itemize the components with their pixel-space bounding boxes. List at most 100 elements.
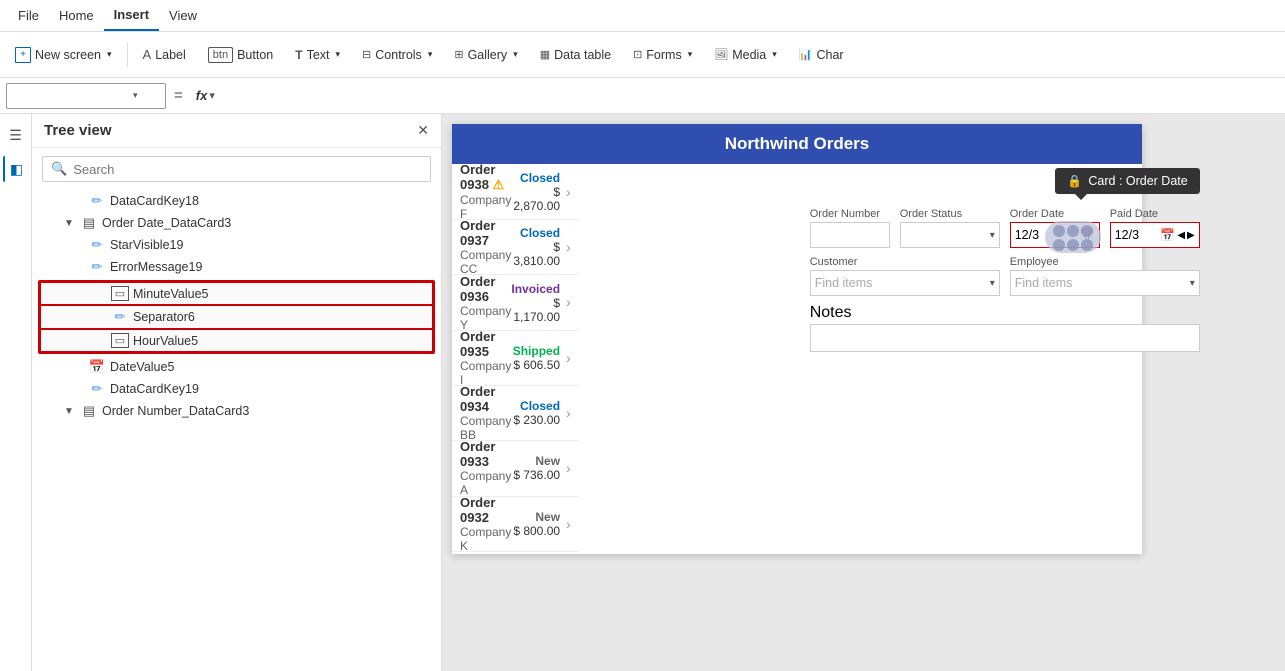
notes-textarea[interactable] <box>810 324 1200 352</box>
tree-label: MinuteValue5 <box>133 287 209 301</box>
tree-label: HourValue5 <box>133 334 198 348</box>
circle <box>1053 225 1065 237</box>
customer-value: Find items <box>815 276 990 290</box>
employee-field: Employee Find items ▾ <box>1010 256 1200 296</box>
order-number: Order 0936 <box>460 274 511 304</box>
formula-field-caret: ▾ <box>133 90 138 101</box>
sidebar-toggle: ☰ ◧ <box>0 114 32 671</box>
hamburger-button[interactable]: ☰ <box>3 122 29 148</box>
tree-content: ✏ DataCardKey18 ▼ ▤ Order Date_DataCard3… <box>32 190 441 671</box>
order-chevron-icon: › <box>566 516 571 532</box>
media-label: Media <box>732 48 766 62</box>
tree-item-order-number-datacard3[interactable]: ▼ ▤ Order Number_DataCard3 <box>32 400 441 422</box>
divider-1 <box>127 43 128 67</box>
charts-label: Char <box>817 48 844 62</box>
tree-panel-title: Tree view <box>44 122 112 139</box>
order-item[interactable]: Order 0932 Company K New $ 800.00 › <box>452 497 579 552</box>
order-amount: $ 736.00 <box>513 468 560 482</box>
employee-caret: ▾ <box>1190 278 1195 289</box>
tree-item-starvisible19[interactable]: ✏ StarVisible19 <box>32 234 441 256</box>
order-right: Closed $ 230.00 <box>513 399 560 427</box>
tree-item-minutevalue5[interactable]: ▭ MinuteValue5 <box>40 282 433 305</box>
order-right: Shipped $ 606.50 <box>513 344 560 372</box>
controls-label: Controls <box>375 48 422 62</box>
edit-icon: ✏ <box>88 381 106 397</box>
order-item[interactable]: Order 0934 Company BB Closed $ 230.00 › <box>452 386 579 441</box>
formula-field-selector[interactable]: Tooltip ▾ <box>6 83 166 109</box>
tree-label: DateValue5 <box>110 360 174 374</box>
formula-field-input[interactable]: Tooltip <box>13 88 133 103</box>
order-company: Company F <box>460 193 511 221</box>
order-date-input[interactable]: 12/3 📅 <box>1010 222 1100 248</box>
tree-search-input[interactable] <box>73 162 422 177</box>
order-item[interactable]: Order 0935 Company I Shipped $ 606.50 › <box>452 331 579 386</box>
datatable-button[interactable]: ▦ Data table <box>531 38 620 72</box>
tree-label: ErrorMessage19 <box>110 260 202 274</box>
order-number: Order 0938 ⚠ <box>460 162 511 193</box>
gallery-label: Gallery <box>468 48 508 62</box>
order-status: Closed <box>511 171 560 185</box>
order-status-select[interactable]: ▾ <box>900 222 1000 248</box>
order-amount: $ 2,870.00 <box>511 185 560 213</box>
order-chevron-icon: › <box>566 184 571 200</box>
order-amount: $ 3,810.00 <box>511 240 560 268</box>
controls-button[interactable]: ⊟ Controls ▾ <box>353 38 441 72</box>
media-button[interactable]: 🖼 Media ▾ <box>705 38 786 72</box>
order-item[interactable]: Order 0933 Company A New $ 736.00 › <box>452 441 579 496</box>
edit-icon: ✏ <box>88 237 106 253</box>
controls-icon: ⊟ <box>362 48 371 61</box>
employee-select[interactable]: Find items ▾ <box>1010 270 1200 296</box>
paid-date-input[interactable]: 12/3 📅 ◀ ▶ <box>1110 222 1200 248</box>
tree-search-box[interactable]: 🔍 <box>42 156 431 182</box>
button-button[interactable]: btn Button <box>199 38 282 72</box>
nav-prev[interactable]: ◀ <box>1177 230 1185 241</box>
fx-caret: ▾ <box>209 89 215 102</box>
order-status-field: Order Status ▾ <box>900 208 1000 248</box>
tree-item-separator6[interactable]: ✏ Separator6 <box>40 305 433 329</box>
customer-select[interactable]: Find items ▾ <box>810 270 1000 296</box>
menu-insert[interactable]: Insert <box>104 0 159 31</box>
order-right: Invoiced $ 1,170.00 <box>511 282 560 324</box>
order-left: Order 0933 Company A <box>460 439 513 497</box>
tree-item-datevalue5[interactable]: 📅 DateValue5 <box>32 356 441 378</box>
tree-item-hourvalue5[interactable]: ▭ HourValue5 <box>40 329 433 352</box>
gallery-button[interactable]: ⊞ Gallery ▾ <box>445 38 526 72</box>
tree-item-datacardkey18[interactable]: ✏ DataCardKey18 <box>32 190 441 212</box>
tree-label: DataCardKey18 <box>110 194 199 208</box>
text-button[interactable]: T Text ▾ <box>286 38 349 72</box>
paid-date-label: Paid Date <box>1110 208 1200 220</box>
menu-home[interactable]: Home <box>49 0 104 31</box>
button-icon: btn <box>208 47 233 63</box>
rect-icon: ▭ <box>111 286 129 301</box>
tree-close-button[interactable]: ✕ <box>417 122 429 139</box>
gallery-caret: ▾ <box>513 49 518 60</box>
menu-file[interactable]: File <box>8 0 49 31</box>
tree-label: DataCardKey19 <box>110 382 199 396</box>
nav-next[interactable]: ▶ <box>1187 230 1195 241</box>
tree-label: Separator6 <box>133 310 195 324</box>
tree-item-datacardkey19[interactable]: ✏ DataCardKey19 <box>32 378 441 400</box>
order-item[interactable]: Order 0937 Company CC Closed $ 3,810.00 … <box>452 220 579 275</box>
order-item[interactable]: Order 0936 Company Y Invoiced $ 1,170.00… <box>452 275 579 330</box>
paid-date-value: 12/3 <box>1115 228 1139 242</box>
order-number-input[interactable] <box>810 222 890 248</box>
text-caret: ▾ <box>336 49 341 60</box>
charts-button[interactable]: 📊 Char <box>790 38 853 72</box>
tree-item-order-date-datacard3[interactable]: ▼ ▤ Order Date_DataCard3 <box>32 212 441 234</box>
order-status: Shipped <box>513 344 560 358</box>
fx-icon: fx <box>196 88 208 103</box>
forms-button[interactable]: ⊡ Forms ▾ <box>624 38 701 72</box>
newscreen-button[interactable]: + New screen ▾ <box>6 38 121 72</box>
menu-view[interactable]: View <box>159 0 207 31</box>
app-body: Order 0938 ⚠ Company F Closed $ 2,870.00… <box>452 164 1142 552</box>
order-chevron-icon: › <box>566 350 571 366</box>
expand-arrow: ▼ <box>62 218 76 229</box>
detail-row-1: Order Number Order Status ▾ Order Date <box>810 208 1200 248</box>
layers-button[interactable]: ◧ <box>3 156 29 182</box>
order-number: Order 0937 <box>460 218 511 248</box>
tree-panel: Tree view ✕ 🔍 ✏ DataCardKey18 ▼ ▤ Order … <box>32 114 442 671</box>
paid-date-field: Paid Date 12/3 📅 ◀ ▶ <box>1110 208 1200 248</box>
tree-item-errormessage19[interactable]: ✏ ErrorMessage19 <box>32 256 441 278</box>
label-button[interactable]: A Label <box>134 38 195 72</box>
order-item[interactable]: Order 0938 ⚠ Company F Closed $ 2,870.00… <box>452 164 579 220</box>
